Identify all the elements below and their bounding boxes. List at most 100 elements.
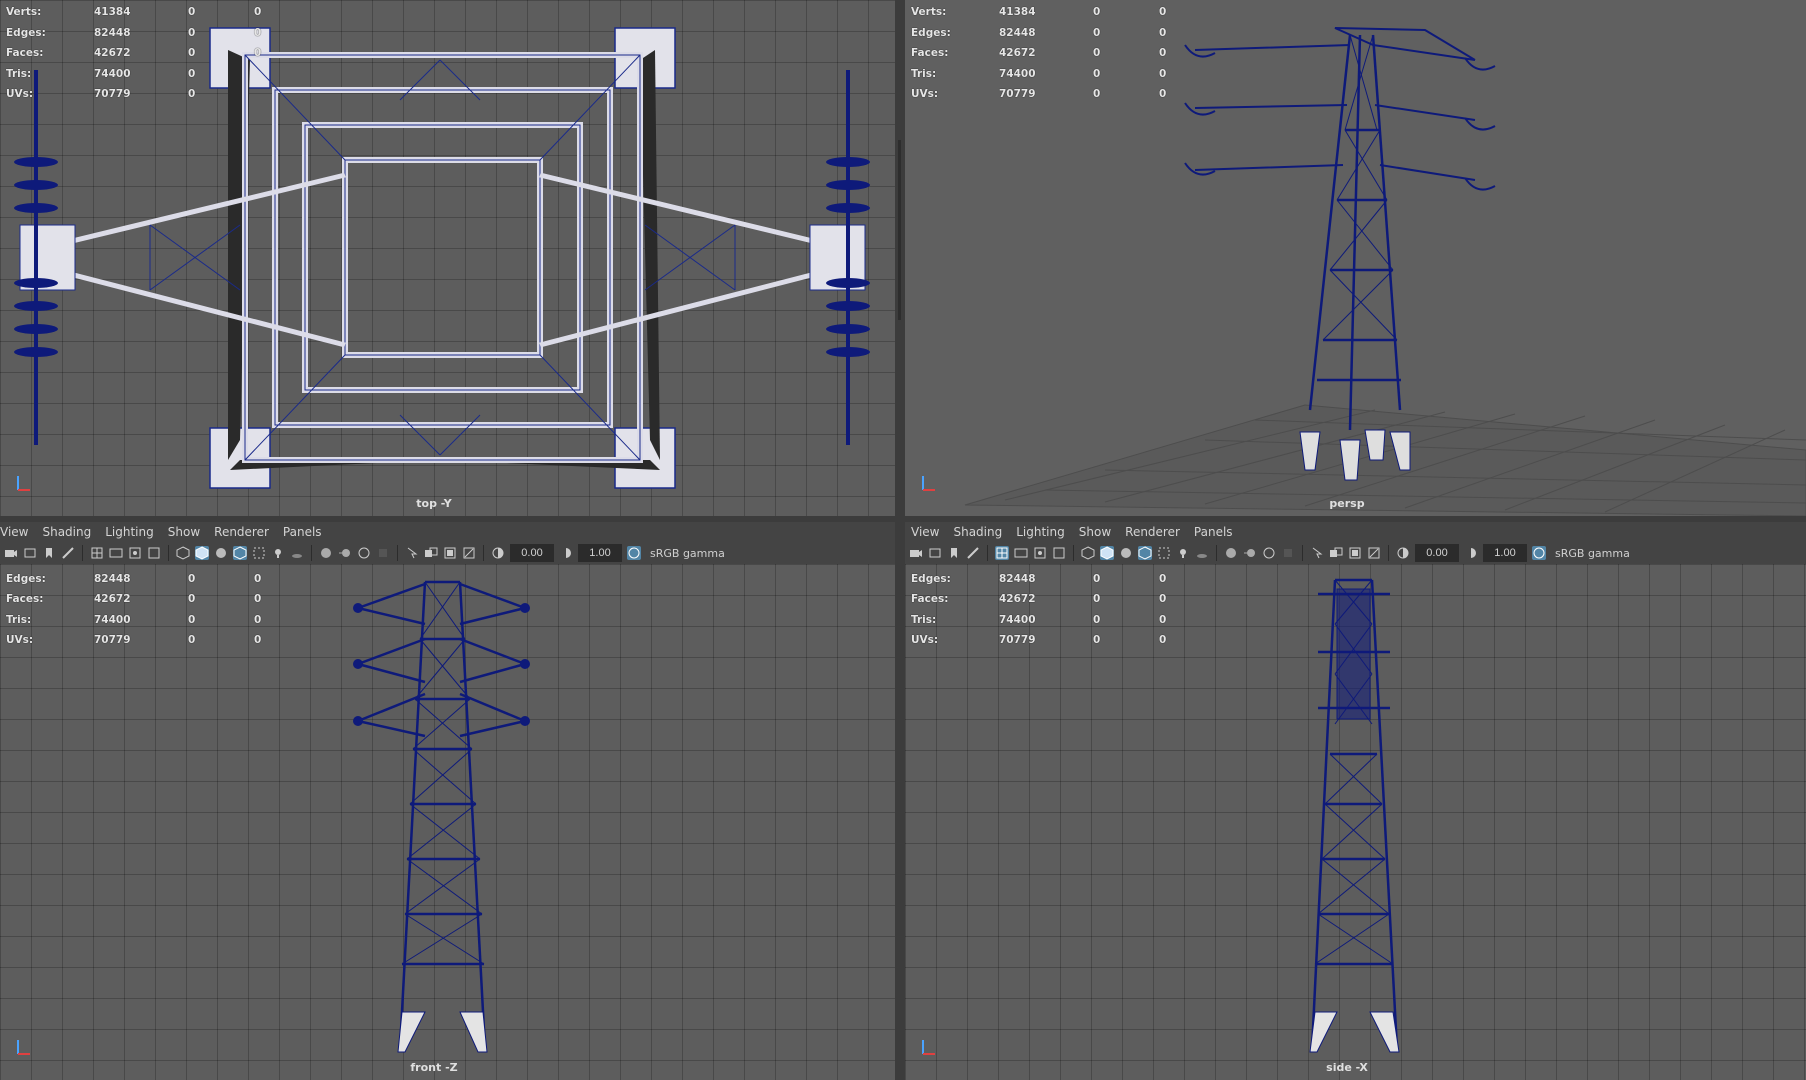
view-transform-label[interactable]: sRGB gamma [650, 547, 725, 560]
menu-show[interactable]: Show [1079, 525, 1111, 539]
menu-panels[interactable]: Panels [283, 525, 322, 539]
gamma-field[interactable] [1483, 544, 1527, 562]
textured-icon[interactable] [1119, 546, 1133, 560]
viewport-front[interactable]: Verts:4138400 Edges:8244800 Faces:426720… [0, 564, 895, 1080]
motion-blur-icon[interactable] [338, 546, 352, 560]
toolbar-separator [397, 545, 398, 561]
hud-count: 42672 [94, 593, 131, 606]
view-transform-label[interactable]: sRGB gamma [1555, 547, 1630, 560]
ambient-occlusion-icon[interactable] [1224, 546, 1238, 560]
hud-row-edges: Edges: 82448 0 0 [6, 23, 266, 44]
camera-icon[interactable] [909, 546, 923, 560]
ambient-occlusion-icon[interactable] [319, 546, 333, 560]
gpu-override-icon[interactable] [424, 546, 438, 560]
gpu-override-icon[interactable] [1329, 546, 1343, 560]
depth-of-field-icon[interactable] [1281, 546, 1295, 560]
shadows-icon[interactable] [290, 546, 304, 560]
viewport-label: front -Z [410, 1061, 458, 1074]
bookmark-icon[interactable] [42, 546, 56, 560]
wireframe-on-shaded-icon[interactable] [233, 546, 247, 560]
menu-lighting[interactable]: Lighting [1016, 525, 1065, 539]
hud-icon[interactable] [1348, 546, 1362, 560]
lights-icon[interactable] [271, 546, 285, 560]
hud-row-tris: Tris: 74400 0 0 [911, 610, 1171, 631]
isolate-select-icon[interactable] [1310, 546, 1324, 560]
exposure-icon[interactable] [491, 546, 505, 560]
hud-label: Faces: [911, 593, 949, 606]
hud-extra: 0 [1159, 47, 1167, 60]
hud-row-edges: Edges: 82448 0 0 [911, 569, 1171, 590]
viewport-persp[interactable]: Verts: 41384 0 0 Edges: 82448 0 0 Faces: 42672 0… [905, 0, 1806, 516]
motion-blur-icon[interactable] [1243, 546, 1257, 560]
smooth-shade-icon[interactable] [1100, 546, 1114, 560]
hud-label: Tris: [911, 613, 937, 626]
depth-of-field-icon[interactable] [376, 546, 390, 560]
poly-count-hud: Verts: 41384 0 0 Edges: 82448 0 0 Faces: 42672 0… [6, 2, 266, 105]
pane-divider-vertical[interactable] [895, 0, 905, 1080]
menu-panels[interactable]: Panels [1194, 525, 1233, 539]
film-gate-icon[interactable] [1014, 546, 1028, 560]
wireframe-on-shaded-icon[interactable] [1138, 546, 1152, 560]
exposure-field[interactable] [510, 544, 554, 562]
toolbar-separator [82, 545, 83, 561]
safe-area-icon[interactable] [147, 546, 161, 560]
gamma-field[interactable] [578, 544, 622, 562]
shadows-icon[interactable] [1195, 546, 1209, 560]
hud-label: Tris: [911, 67, 937, 80]
camera-attributes-icon[interactable] [928, 546, 942, 560]
xray-icon[interactable] [252, 546, 266, 560]
wireframe-icon[interactable] [1081, 546, 1095, 560]
hud-selected: 0 [1093, 47, 1101, 60]
menu-shading[interactable]: Shading [42, 525, 91, 539]
grid-icon[interactable] [90, 546, 104, 560]
axis-gizmo-icon [917, 470, 941, 498]
frame-selection-icon[interactable] [462, 546, 476, 560]
resolution-gate-icon[interactable] [128, 546, 142, 560]
xray-icon[interactable] [1157, 546, 1171, 560]
menu-lighting[interactable]: Lighting [105, 525, 154, 539]
hud-icon[interactable] [443, 546, 457, 560]
resolution-gate-icon[interactable] [1033, 546, 1047, 560]
axis-gizmo-icon [12, 470, 36, 498]
bookmark-icon[interactable] [947, 546, 961, 560]
hud-row-uvs: UVs: 70779 0 0 [911, 84, 1171, 105]
exposure-icon[interactable] [1396, 546, 1410, 560]
isolate-select-icon[interactable] [405, 546, 419, 560]
gamma-icon[interactable] [559, 546, 573, 560]
hud-label: Edges: [6, 26, 46, 39]
menu-renderer[interactable]: Renderer [1125, 525, 1180, 539]
menu-view[interactable]: View [911, 525, 939, 539]
antialiasing-icon[interactable] [357, 546, 371, 560]
hud-count: 42672 [999, 593, 1036, 606]
image-plane-icon[interactable] [61, 546, 75, 560]
frame-selection-icon[interactable] [1367, 546, 1381, 560]
menu-renderer[interactable]: Renderer [214, 525, 269, 539]
hud-count: 74400 [94, 613, 131, 626]
color-management-icon[interactable] [1532, 546, 1546, 560]
color-management-icon[interactable] [627, 546, 641, 560]
safe-area-icon[interactable] [1052, 546, 1066, 560]
viewport-top[interactable]: Verts: 41384 0 0 Edges: 82448 0 0 Faces: 42672 0… [0, 0, 895, 516]
gamma-icon[interactable] [1464, 546, 1478, 560]
menu-view[interactable]: View [0, 525, 28, 539]
camera-icon[interactable] [4, 546, 18, 560]
wireframe-icon[interactable] [176, 546, 190, 560]
film-gate-icon[interactable] [109, 546, 123, 560]
toolbar-separator [311, 545, 312, 561]
menu-shading[interactable]: Shading [953, 525, 1002, 539]
hud-selected: 0 [188, 88, 196, 101]
lights-icon[interactable] [1176, 546, 1190, 560]
viewport-side[interactable]: Verts:4138400 Edges:8244800 Faces:426720… [905, 564, 1806, 1080]
smooth-shade-icon[interactable] [195, 546, 209, 560]
hud-row-uvs: UVs: 70779 0 0 [6, 630, 266, 651]
exposure-field[interactable] [1415, 544, 1459, 562]
toolbar-separator [483, 545, 484, 561]
camera-attributes-icon[interactable] [23, 546, 37, 560]
menu-show[interactable]: Show [168, 525, 200, 539]
hud-extra: 0 [254, 572, 262, 585]
textured-icon[interactable] [214, 546, 228, 560]
image-plane-icon[interactable] [966, 546, 980, 560]
hud-extra: 0 [1159, 572, 1167, 585]
grid-icon[interactable] [995, 546, 1009, 560]
antialiasing-icon[interactable] [1262, 546, 1276, 560]
